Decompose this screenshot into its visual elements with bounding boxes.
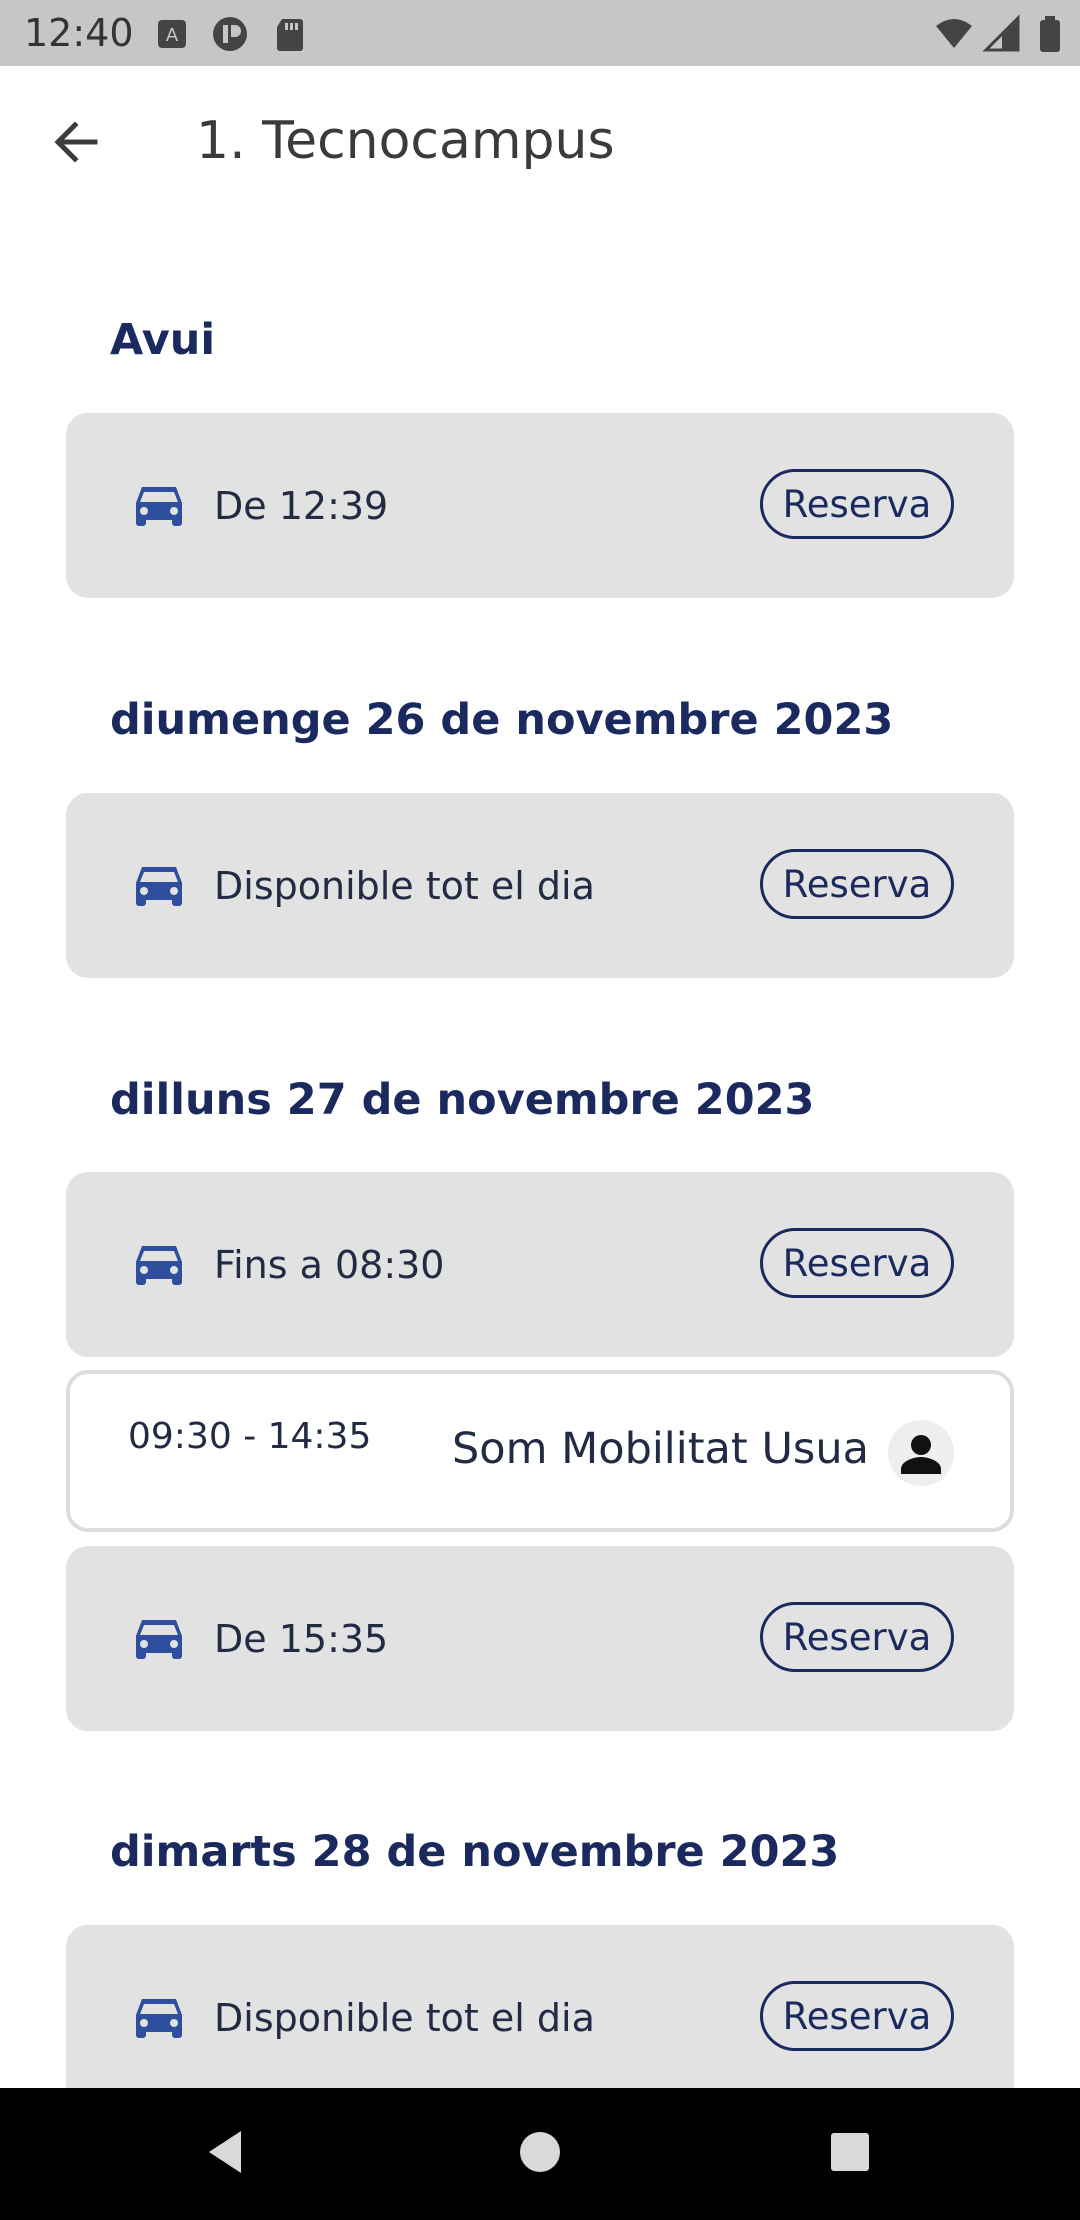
vpn-icon [210,14,250,54]
day-heading: dimarts 28 de novembre 2023 [110,1827,840,1877]
screen: 12:40 A 1. Tecnocampus Avui De 12:39 Res… [0,0,1080,2220]
svg-text:A: A [166,25,179,46]
arrow-left-icon [51,117,101,171]
car-icon [132,483,186,529]
slot-label: Fins a 08:30 [214,1242,445,1287]
status-bar: 12:40 A [0,0,1080,66]
system-nav-bar [0,2088,1080,2220]
available-slot-card[interactable]: Disponible tot el dia Reserva [66,1925,1014,2088]
battery-icon [1030,14,1070,54]
available-slot-card[interactable]: Disponible tot el dia Reserva [66,793,1014,978]
available-slot-card[interactable]: De 12:39 Reserva [66,413,1014,598]
nav-recents-button[interactable] [818,2122,882,2186]
reserve-button[interactable]: Reserva [760,849,954,919]
slot-label: Disponible tot el dia [214,1995,595,2040]
reserve-button[interactable]: Reserva [760,469,954,539]
car-icon [132,863,186,909]
wifi-icon [934,14,974,54]
day-heading: Avui [110,315,216,365]
nav-home-button[interactable] [508,2122,572,2186]
available-slot-card[interactable]: Fins a 08:30 Reserva [66,1172,1014,1357]
car-icon [132,1242,186,1288]
car-icon [132,1616,186,1662]
status-time: 12:40 [24,11,134,55]
nav-back-button[interactable] [194,2122,258,2186]
slot-label: De 12:39 [214,483,389,528]
keyboard-a-icon: A [152,14,192,54]
person-avatar-icon [888,1420,954,1486]
home-circle-icon [515,2127,565,2181]
booked-slot-card[interactable]: 09:30 - 14:35 Som Mobilitat Usua [66,1370,1014,1532]
day-heading: dilluns 27 de novembre 2023 [110,1075,815,1125]
booked-time-range: 09:30 - 14:35 [128,1416,372,1457]
day-heading: diumenge 26 de novembre 2023 [110,695,894,745]
slot-label: De 15:35 [214,1616,389,1661]
reserve-button[interactable]: Reserva [760,1981,954,2051]
slot-label: Disponible tot el dia [214,863,595,908]
page-title: 1. Tecnocampus [196,111,615,171]
back-triangle-icon [201,2127,251,2181]
signal-icon [982,14,1022,54]
sd-card-icon [270,14,310,54]
app-bar: 1. Tecnocampus [0,66,1080,222]
reserve-button[interactable]: Reserva [760,1602,954,1672]
booked-user-name: Som Mobilitat Usua [452,1424,869,1474]
available-slot-card[interactable]: De 15:35 Reserva [66,1546,1014,1731]
reserve-button[interactable]: Reserva [760,1228,954,1298]
schedule-list[interactable]: Avui De 12:39 Reserva diumenge 26 de nov… [0,222,1080,2088]
recents-square-icon [825,2127,875,2181]
back-button[interactable] [44,112,108,176]
car-icon [132,1995,186,2041]
